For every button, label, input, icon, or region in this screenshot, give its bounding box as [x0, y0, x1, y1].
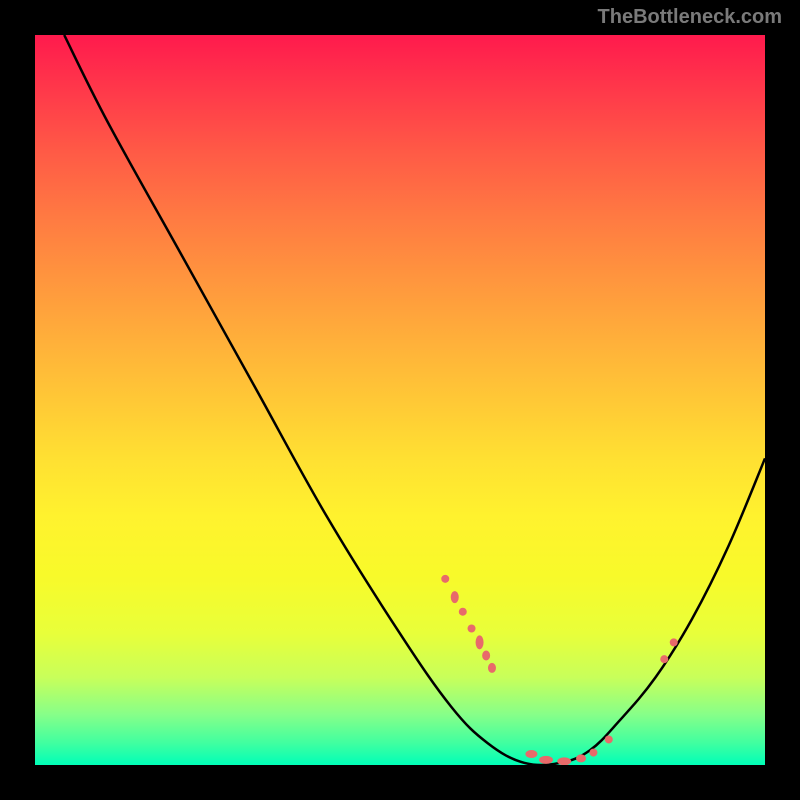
data-marker — [605, 735, 613, 743]
data-marker — [476, 635, 484, 649]
data-marker — [589, 749, 597, 757]
watermark-text: TheBottleneck.com — [598, 6, 782, 29]
data-marker — [441, 575, 449, 583]
data-marker — [468, 624, 476, 632]
plot-area — [35, 35, 765, 765]
bottleneck-curve — [64, 35, 765, 765]
data-marker — [482, 651, 490, 661]
data-marker — [451, 591, 459, 603]
data-markers — [441, 575, 677, 765]
data-marker — [660, 655, 668, 663]
curve-layer — [35, 35, 765, 765]
data-marker — [539, 756, 553, 764]
data-marker — [670, 638, 678, 646]
data-marker — [459, 608, 467, 616]
data-marker — [525, 750, 537, 758]
data-marker — [576, 754, 586, 762]
chart-container: TheBottleneck.com — [0, 0, 800, 800]
data-marker — [557, 757, 571, 765]
data-marker — [488, 663, 496, 673]
